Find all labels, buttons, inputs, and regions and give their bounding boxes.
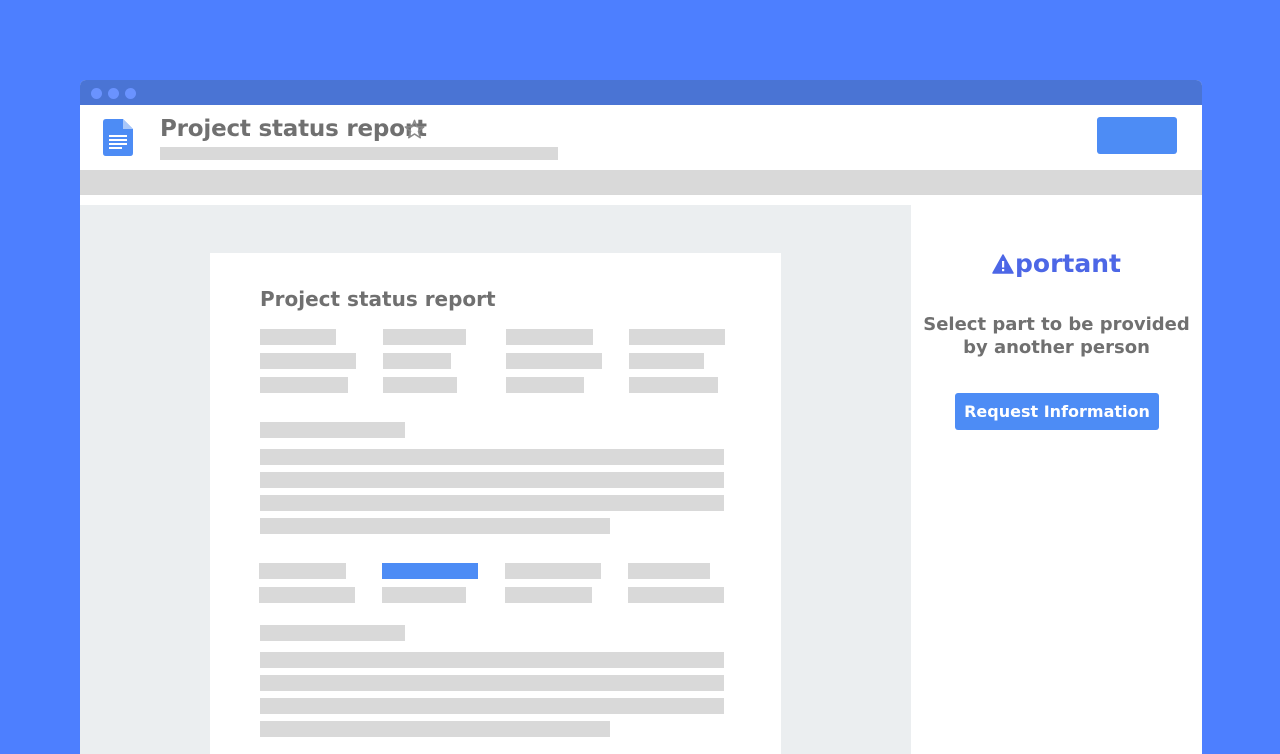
table-cell-placeholder[interactable] <box>383 353 451 369</box>
section-heading-placeholder[interactable] <box>260 422 405 438</box>
paragraph-line-placeholder[interactable] <box>260 472 724 488</box>
instruction-line-1: Select part to be provided <box>923 314 1190 335</box>
table-cell-placeholder[interactable] <box>628 587 724 603</box>
request-information-button[interactable]: Request Information <box>955 393 1159 430</box>
paragraph-line-placeholder[interactable] <box>260 698 724 714</box>
table-cell-placeholder[interactable] <box>628 563 710 579</box>
google-docs-icon[interactable] <box>103 119 133 160</box>
table-cell-placeholder[interactable] <box>629 377 718 393</box>
table-cell-placeholder[interactable] <box>629 329 725 345</box>
table-cell-placeholder[interactable] <box>260 329 336 345</box>
table-cell-placeholder[interactable] <box>506 377 584 393</box>
table-cell-placeholder[interactable] <box>629 353 704 369</box>
paragraph-line-placeholder[interactable] <box>260 495 724 511</box>
warning-triangle-icon <box>992 251 1014 280</box>
document-canvas: Project status report <box>80 205 911 754</box>
brand-name: portant <box>1015 249 1121 278</box>
section-heading-placeholder[interactable] <box>260 625 405 641</box>
star-icon[interactable] <box>403 118 426 145</box>
paragraph-line-placeholder[interactable] <box>260 675 724 691</box>
paragraph-line-placeholder[interactable] <box>260 449 724 465</box>
editor-toolbar <box>80 170 1202 195</box>
document-menu-placeholder <box>160 147 558 160</box>
window-minimize-dot[interactable] <box>108 88 119 99</box>
paragraph-line-placeholder[interactable] <box>260 518 610 534</box>
share-button[interactable] <box>1097 117 1177 154</box>
table-cell-placeholder[interactable] <box>505 563 601 579</box>
table-cell-placeholder[interactable] <box>505 587 592 603</box>
ruler-area <box>80 195 1202 205</box>
instruction-line-2: by another person <box>963 337 1150 358</box>
window-close-dot[interactable] <box>91 88 102 99</box>
table-cell-placeholder[interactable] <box>259 587 355 603</box>
table-cell-placeholder[interactable] <box>259 563 346 579</box>
portant-sidebar: portant Select part to be provided by an… <box>911 205 1202 754</box>
document-page[interactable]: Project status report <box>210 253 781 754</box>
window-maximize-dot[interactable] <box>125 88 136 99</box>
page-heading: Project status report <box>260 287 496 311</box>
instruction-text: Select part to be provided by another pe… <box>911 313 1202 359</box>
portant-logo: portant <box>911 249 1202 280</box>
table-cell-placeholder[interactable] <box>383 377 457 393</box>
table-cell-placeholder[interactable] <box>260 353 356 369</box>
table-cell-placeholder[interactable] <box>506 329 593 345</box>
paragraph-line-placeholder[interactable] <box>260 721 610 737</box>
selected-table-cell[interactable] <box>382 563 478 579</box>
table-cell-placeholder[interactable] <box>260 377 348 393</box>
table-cell-placeholder[interactable] <box>506 353 602 369</box>
document-header: Project status report <box>80 105 1202 170</box>
paragraph-line-placeholder[interactable] <box>260 652 724 668</box>
table-cell-placeholder[interactable] <box>383 329 466 345</box>
browser-window: Project status report Project status rep… <box>80 80 1202 754</box>
window-titlebar <box>80 80 1202 105</box>
document-title[interactable]: Project status report <box>160 116 427 142</box>
table-cell-placeholder[interactable] <box>382 587 466 603</box>
